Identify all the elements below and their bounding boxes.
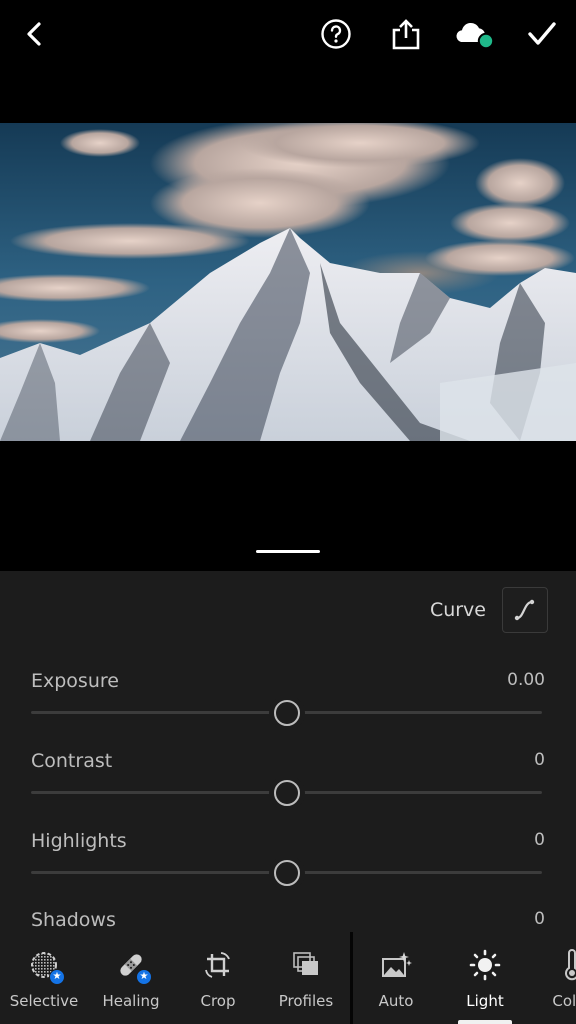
- slider-label: Exposure: [31, 670, 119, 692]
- slider-value: 0: [534, 830, 545, 850]
- profiles-icon: [293, 952, 318, 975]
- help-circle-icon: [321, 19, 351, 49]
- panel-drag-handle[interactable]: [256, 550, 320, 553]
- curve-button[interactable]: [502, 587, 548, 633]
- slider-value: 0.00: [507, 670, 545, 690]
- slider-value: 0: [534, 909, 545, 929]
- tool-selective[interactable]: ★ Selective: [0, 932, 88, 1024]
- slider-thumb[interactable]: [273, 700, 300, 726]
- tool-label: Light: [466, 992, 504, 1010]
- tone-curve-icon: [514, 599, 535, 621]
- tool-label: Color: [552, 992, 576, 1010]
- checkmark-icon: [528, 22, 556, 45]
- tool-label: Auto: [378, 992, 414, 1010]
- tool-label: Crop: [200, 992, 236, 1010]
- tool-color[interactable]: Color: [528, 932, 576, 1024]
- top-bar: [0, 0, 576, 70]
- bottom-toolbar: ★ Selective ★ Healing Crop Profiles Auto…: [0, 932, 576, 1024]
- help-button[interactable]: [316, 14, 356, 54]
- light-edit-panel: Curve Exposure 0.00 Contrast 0 Highlight…: [0, 571, 576, 932]
- share-button[interactable]: [386, 14, 426, 54]
- cloud-icon: [456, 22, 495, 50]
- tool-label: Healing: [102, 992, 160, 1010]
- tool-label: Selective: [9, 992, 79, 1010]
- tool-label: Profiles: [278, 992, 334, 1010]
- mountain-photo: [0, 123, 576, 441]
- slider-label: Highlights: [31, 830, 127, 852]
- slider-thumb[interactable]: [273, 780, 300, 806]
- tool-auto[interactable]: Auto: [352, 932, 440, 1024]
- active-tab-indicator: [458, 1020, 512, 1024]
- sync-status-dot: [477, 32, 495, 50]
- premium-star-badge: ★: [136, 969, 152, 985]
- slider-highlights: Highlights 0: [31, 830, 545, 900]
- auto-enhance-icon: [382, 952, 412, 977]
- crop-rotate-icon: [205, 952, 230, 978]
- chevron-left-icon: [27, 22, 41, 46]
- tool-healing[interactable]: ★ Healing: [87, 932, 175, 1024]
- tool-profiles[interactable]: Profiles: [262, 932, 350, 1024]
- tool-light[interactable]: Light: [441, 932, 529, 1024]
- share-icon: [392, 19, 420, 50]
- done-button[interactable]: [522, 14, 562, 54]
- photo-preview[interactable]: [0, 123, 576, 441]
- sun-icon: [469, 949, 501, 981]
- cloud-sync-button[interactable]: [452, 14, 498, 54]
- slider-exposure: Exposure 0.00: [31, 670, 545, 740]
- back-button[interactable]: [14, 14, 54, 54]
- premium-star-badge: ★: [49, 969, 65, 985]
- tool-crop[interactable]: Crop: [174, 932, 262, 1024]
- curve-label: Curve: [429, 599, 486, 621]
- curve-row: Curve: [430, 587, 548, 633]
- slider-label: Shadows: [31, 909, 116, 931]
- slider-shadows: Shadows 0: [31, 909, 545, 932]
- slider-value: 0: [534, 750, 545, 770]
- slider-label: Contrast: [31, 750, 113, 772]
- thermometer-icon: [565, 949, 576, 981]
- slider-contrast: Contrast 0: [31, 750, 545, 820]
- slider-thumb[interactable]: [273, 860, 300, 886]
